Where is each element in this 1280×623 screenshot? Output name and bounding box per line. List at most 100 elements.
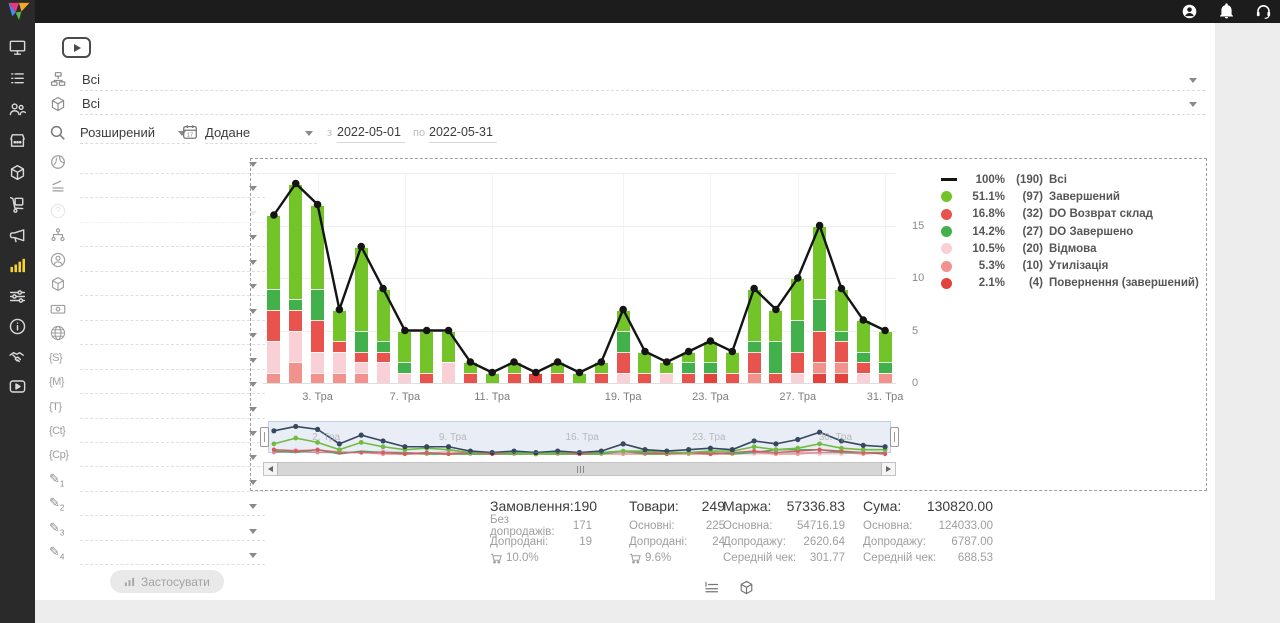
filter-row-warehouse-lines: [35, 176, 275, 200]
line-point[interactable]: [379, 285, 387, 293]
line-point[interactable]: [292, 180, 300, 188]
line-point[interactable]: [619, 306, 627, 314]
support-headset-icon[interactable]: [1255, 3, 1272, 20]
stat-value: 249: [702, 498, 725, 518]
line-point[interactable]: [532, 369, 540, 377]
line-point[interactable]: [641, 348, 649, 356]
warehouse-lines-select[interactable]: [80, 178, 265, 198]
sidebar-item-marketing[interactable]: [8, 226, 27, 245]
line-point[interactable]: [576, 369, 584, 377]
line-point[interactable]: [663, 358, 671, 366]
structure-select[interactable]: [80, 227, 265, 247]
scroll-left-arrow[interactable]: [264, 463, 277, 475]
line-point[interactable]: [707, 337, 715, 345]
line-point[interactable]: [838, 285, 846, 293]
sidebar-item-orders[interactable]: [8, 69, 27, 88]
line-point[interactable]: [750, 285, 758, 293]
products-select[interactable]: Всі: [80, 92, 1205, 115]
package-view-icon[interactable]: [738, 579, 755, 596]
filter-bar: Розширений 17 Додане з по: [35, 120, 795, 148]
manager-select[interactable]: [80, 252, 265, 272]
date-from-input[interactable]: [337, 122, 405, 143]
payment-select[interactable]: [80, 301, 265, 321]
sidebar-item-partners[interactable]: [8, 347, 27, 366]
line-point[interactable]: [336, 306, 344, 314]
info-icon: [8, 317, 27, 336]
stat-subrow: Допродажу:6787.00: [863, 534, 993, 550]
legend-item[interactable]: 2.1%(4)Повернення (завершений): [941, 275, 1203, 292]
line-point[interactable]: [881, 327, 889, 335]
line-point[interactable]: [488, 369, 496, 377]
chart-navigator[interactable]: 2. Тра9. Тра16. Тра23. Тра30. Тра: [263, 421, 896, 459]
legend-item[interactable]: 16.8%(32)DO Возврат склад: [941, 206, 1203, 223]
sidebar-item-dashboard[interactable]: [8, 38, 27, 57]
scrollbar-thumb[interactable]: [277, 463, 882, 475]
legend-item[interactable]: 51.1%(97)Завершений: [941, 188, 1203, 205]
badge-icon: {M}: [49, 373, 67, 391]
sidebar-item-statistics[interactable]: [8, 256, 27, 275]
utm-term-select[interactable]: [80, 399, 265, 419]
footer-view-switch: [703, 579, 755, 596]
notifications-bell-icon[interactable]: [1218, 3, 1235, 20]
stat-header: Сума:130820.00: [863, 498, 993, 518]
stat-subrow-value: 54716.19: [797, 520, 845, 532]
sidebar-item-products[interactable]: [8, 163, 27, 182]
line-point[interactable]: [401, 327, 409, 335]
scroll-right-arrow[interactable]: [882, 463, 895, 475]
date-to-label: по: [413, 127, 425, 139]
line-point[interactable]: [728, 348, 736, 356]
line-point[interactable]: [423, 327, 431, 335]
line-point[interactable]: [772, 306, 780, 314]
line-point[interactable]: [816, 222, 824, 230]
sidebar-item-video[interactable]: [8, 377, 27, 396]
line-point[interactable]: [794, 274, 802, 282]
sidebar-item-info[interactable]: [8, 317, 27, 336]
date-to-input[interactable]: [429, 122, 497, 143]
filter-mode-select[interactable]: Розширений: [80, 122, 190, 144]
navigator-handle-left[interactable]: [260, 427, 269, 447]
filter-row-utm-source: {S}: [35, 348, 275, 372]
line-point[interactable]: [357, 243, 365, 251]
legend-item[interactable]: 5.3%(10)Утилізація: [941, 257, 1203, 274]
summary-list-icon[interactable]: [703, 579, 720, 596]
date-field-select[interactable]: Додане: [205, 122, 317, 144]
legend-item[interactable]: 10.5%(20)Відмова: [941, 240, 1203, 257]
stat-subrow: Середній чек:301.77: [723, 550, 845, 566]
account-icon[interactable]: [1181, 3, 1198, 20]
line-point[interactable]: [859, 316, 867, 324]
sidebar-item-warehouse[interactable]: [8, 131, 27, 150]
stat-cart-percent: 10.0%: [506, 552, 539, 564]
utm-campaign-select[interactable]: [80, 447, 265, 467]
navigator-handle-right[interactable]: [890, 427, 899, 447]
legend-item[interactable]: 100%(190)Всі: [941, 171, 1203, 188]
sidebar-item-supply[interactable]: [8, 195, 27, 214]
status-select[interactable]: Всі: [80, 68, 1205, 91]
stat-subrow: Допродажу:2620.64: [723, 534, 845, 550]
line-point[interactable]: [685, 348, 693, 356]
custom-field-1-select[interactable]: [80, 472, 265, 492]
line-point[interactable]: [445, 327, 453, 335]
source-planet-select[interactable]: [80, 154, 265, 174]
chart-scrollbar[interactable]: [263, 462, 896, 476]
line-point[interactable]: [314, 201, 322, 209]
product-select[interactable]: [80, 276, 265, 296]
app-logo[interactable]: [7, 1, 31, 22]
stat-subrow-label: Основні:: [629, 520, 675, 532]
video-tutorial-button[interactable]: [62, 37, 91, 58]
legend-item[interactable]: 14.2%(27)DO Завершено: [941, 223, 1203, 240]
utm-medium-select[interactable]: [80, 374, 265, 394]
sidebar-item-customers[interactable]: [8, 100, 27, 119]
line-point[interactable]: [554, 358, 562, 366]
line-point[interactable]: [598, 358, 606, 366]
utm-content-select[interactable]: [80, 423, 265, 443]
sidebar-item-integrations[interactable]: [8, 287, 27, 306]
navigator-label: 30. Тра: [819, 432, 852, 443]
sitemap-icon: [49, 226, 67, 244]
y-tick-label: 10: [912, 272, 924, 284]
line-point[interactable]: [510, 358, 518, 366]
stat-subrow-label: Середній чек:: [723, 552, 796, 564]
utm-source-select[interactable]: [80, 350, 265, 370]
site-select[interactable]: [80, 325, 265, 345]
line-point[interactable]: [467, 358, 475, 366]
line-point[interactable]: [270, 211, 278, 219]
